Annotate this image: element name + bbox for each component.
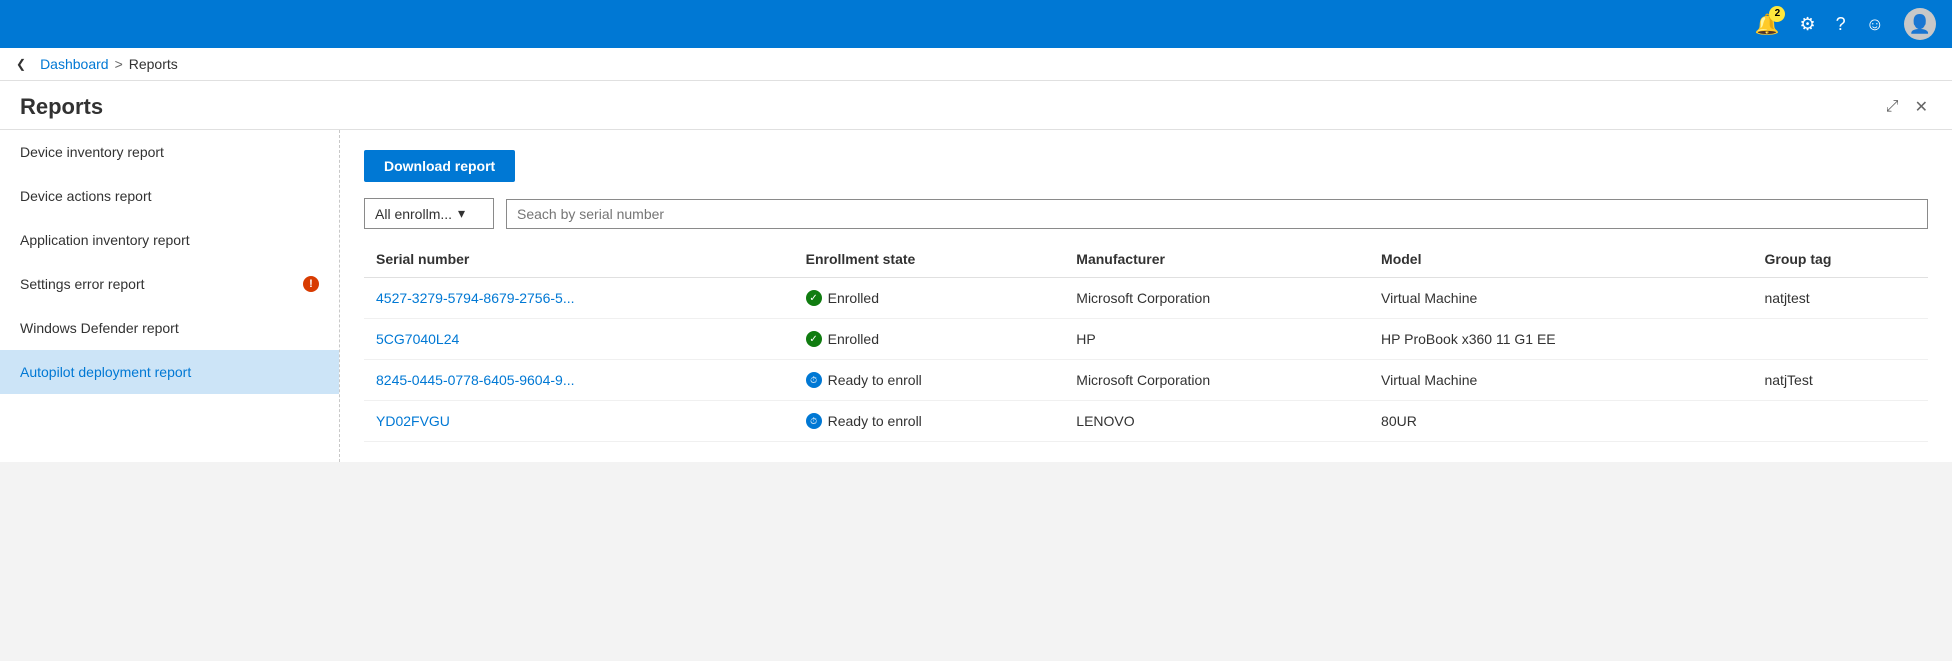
table-row: 4527-3279-5794-8679-2756-5... ✓ Enrolled Mi… <box>364 278 1928 319</box>
table-row: 8245-0445-0778-6405-9604-9... ⏱ Ready to e… <box>364 360 1928 401</box>
close-button[interactable]: ✕ <box>1911 93 1932 121</box>
sidebar-item-autopilot[interactable]: Autopilot deployment report <box>0 350 339 394</box>
sidebar-label-settings-error: Settings error report <box>20 276 145 292</box>
notification-badge: 2 <box>1769 6 1785 22</box>
sidebar-item-device-inventory[interactable]: Device inventory report <box>0 130 339 174</box>
table-row: 5CG7040L24 ✓ Enrolled HPHP ProBook x360 11 … <box>364 319 1928 360</box>
sidebar-item-settings-error[interactable]: Settings error report ! <box>0 262 339 306</box>
sidebar-item-windows-defender[interactable]: Windows Defender report <box>0 306 339 350</box>
col-manufacturer: Manufacturer <box>1064 241 1369 278</box>
col-model: Model <box>1369 241 1752 278</box>
error-badge-settings: ! <box>303 276 319 292</box>
ready-to-enroll-icon: ⏱ <box>806 413 822 429</box>
download-report-button[interactable]: Download report <box>364 150 515 182</box>
enrolled-icon: ✓ <box>806 290 822 306</box>
enrollment-status-cell: ⏱ Ready to enroll <box>794 360 1065 401</box>
enrollment-status-cell: ⏱ Ready to enroll <box>794 401 1065 442</box>
main-content: Download report All enrollm... ▾ Serial … <box>340 130 1952 462</box>
manufacturer-cell: Microsoft Corporation <box>1064 360 1369 401</box>
enrollment-status-text: Ready to enroll <box>828 413 922 429</box>
avatar-icon: 👤 <box>1909 14 1931 35</box>
pin-button[interactable]: ⤢ <box>1882 93 1903 121</box>
user-avatar[interactable]: 👤 <box>1904 8 1936 40</box>
enrolled-icon: ✓ <box>806 331 822 347</box>
sidebar-label-device-actions: Device actions report <box>20 188 152 204</box>
table-row: YD02FVGU ⏱ Ready to enroll LENOVO80UR <box>364 401 1928 442</box>
page-header-actions: ⤢ ✕ <box>1882 93 1932 121</box>
col-serial-number: Serial number <box>364 241 794 278</box>
enrollment-status-text: Enrolled <box>828 331 879 347</box>
dropdown-chevron-icon: ▾ <box>458 205 465 222</box>
page-title: Reports <box>20 94 103 120</box>
manufacturer-cell: LENOVO <box>1064 401 1369 442</box>
filters-row: All enrollm... ▾ <box>364 198 1928 229</box>
serial-number-link[interactable]: YD02FVGU <box>376 413 450 429</box>
serial-number-link[interactable]: 5CG7040L24 <box>376 331 459 347</box>
breadcrumb-home[interactable]: Dashboard <box>40 56 109 72</box>
sidebar-label-device-inventory: Device inventory report <box>20 144 164 160</box>
serial-number-link[interactable]: 4527-3279-5794-8679-2756-5... <box>376 290 575 306</box>
sidebar-label-windows-defender: Windows Defender report <box>20 320 179 336</box>
group-tag-cell: natjtest <box>1752 278 1928 319</box>
col-group-tag: Group tag <box>1752 241 1928 278</box>
manufacturer-cell: Microsoft Corporation <box>1064 278 1369 319</box>
enrollment-filter-label: All enrollm... <box>375 206 452 222</box>
sidebar-item-device-actions[interactable]: Device actions report <box>0 174 339 218</box>
sidebar-label-autopilot: Autopilot deployment report <box>20 364 191 380</box>
settings-icon[interactable]: ⚙ <box>1799 14 1815 35</box>
table-header-row: Serial number Enrollment state Manufactu… <box>364 241 1928 278</box>
enrollment-status-cell: ✓ Enrolled <box>794 278 1065 319</box>
enrollment-status-text: Enrolled <box>828 290 879 306</box>
feedback-icon[interactable]: ☺ <box>1866 14 1884 35</box>
model-cell: Virtual Machine <box>1369 360 1752 401</box>
breadcrumb: ❮ Dashboard > Reports <box>0 48 1952 81</box>
notifications-bell[interactable]: 🔔 2 <box>1755 12 1780 37</box>
content-area: Device inventory report Device actions r… <box>0 130 1952 462</box>
enrollment-status-cell: ✓ Enrolled <box>794 319 1065 360</box>
enrollment-status-text: Ready to enroll <box>828 372 922 388</box>
sidebar-label-app-inventory: Application inventory report <box>20 232 190 248</box>
breadcrumb-current: Reports <box>129 56 178 72</box>
ready-to-enroll-icon: ⏱ <box>806 372 822 388</box>
manufacturer-cell: HP <box>1064 319 1369 360</box>
help-icon[interactable]: ? <box>1836 14 1846 35</box>
model-cell: Virtual Machine <box>1369 278 1752 319</box>
device-table: Serial number Enrollment state Manufactu… <box>364 241 1928 442</box>
breadcrumb-separator: > <box>115 56 123 72</box>
sidebar-item-app-inventory[interactable]: Application inventory report <box>0 218 339 262</box>
sidebar: Device inventory report Device actions r… <box>0 130 340 462</box>
model-cell: HP ProBook x360 11 G1 EE <box>1369 319 1752 360</box>
serial-number-link[interactable]: 8245-0445-0778-6405-9604-9... <box>376 372 575 388</box>
top-navigation-bar: 🔔 2 ⚙ ? ☺ 👤 <box>0 0 1952 48</box>
page-wrapper: Reports ⤢ ✕ Device inventory report Devi… <box>0 81 1952 462</box>
group-tag-cell: natjTest <box>1752 360 1928 401</box>
group-tag-cell <box>1752 401 1928 442</box>
serial-number-search-input[interactable] <box>506 199 1928 229</box>
model-cell: 80UR <box>1369 401 1752 442</box>
enrollment-filter-dropdown[interactable]: All enrollm... ▾ <box>364 198 494 229</box>
back-arrow-icon[interactable]: ❮ <box>16 57 26 71</box>
col-enrollment-state: Enrollment state <box>794 241 1065 278</box>
page-header: Reports ⤢ ✕ <box>0 81 1952 130</box>
group-tag-cell <box>1752 319 1928 360</box>
